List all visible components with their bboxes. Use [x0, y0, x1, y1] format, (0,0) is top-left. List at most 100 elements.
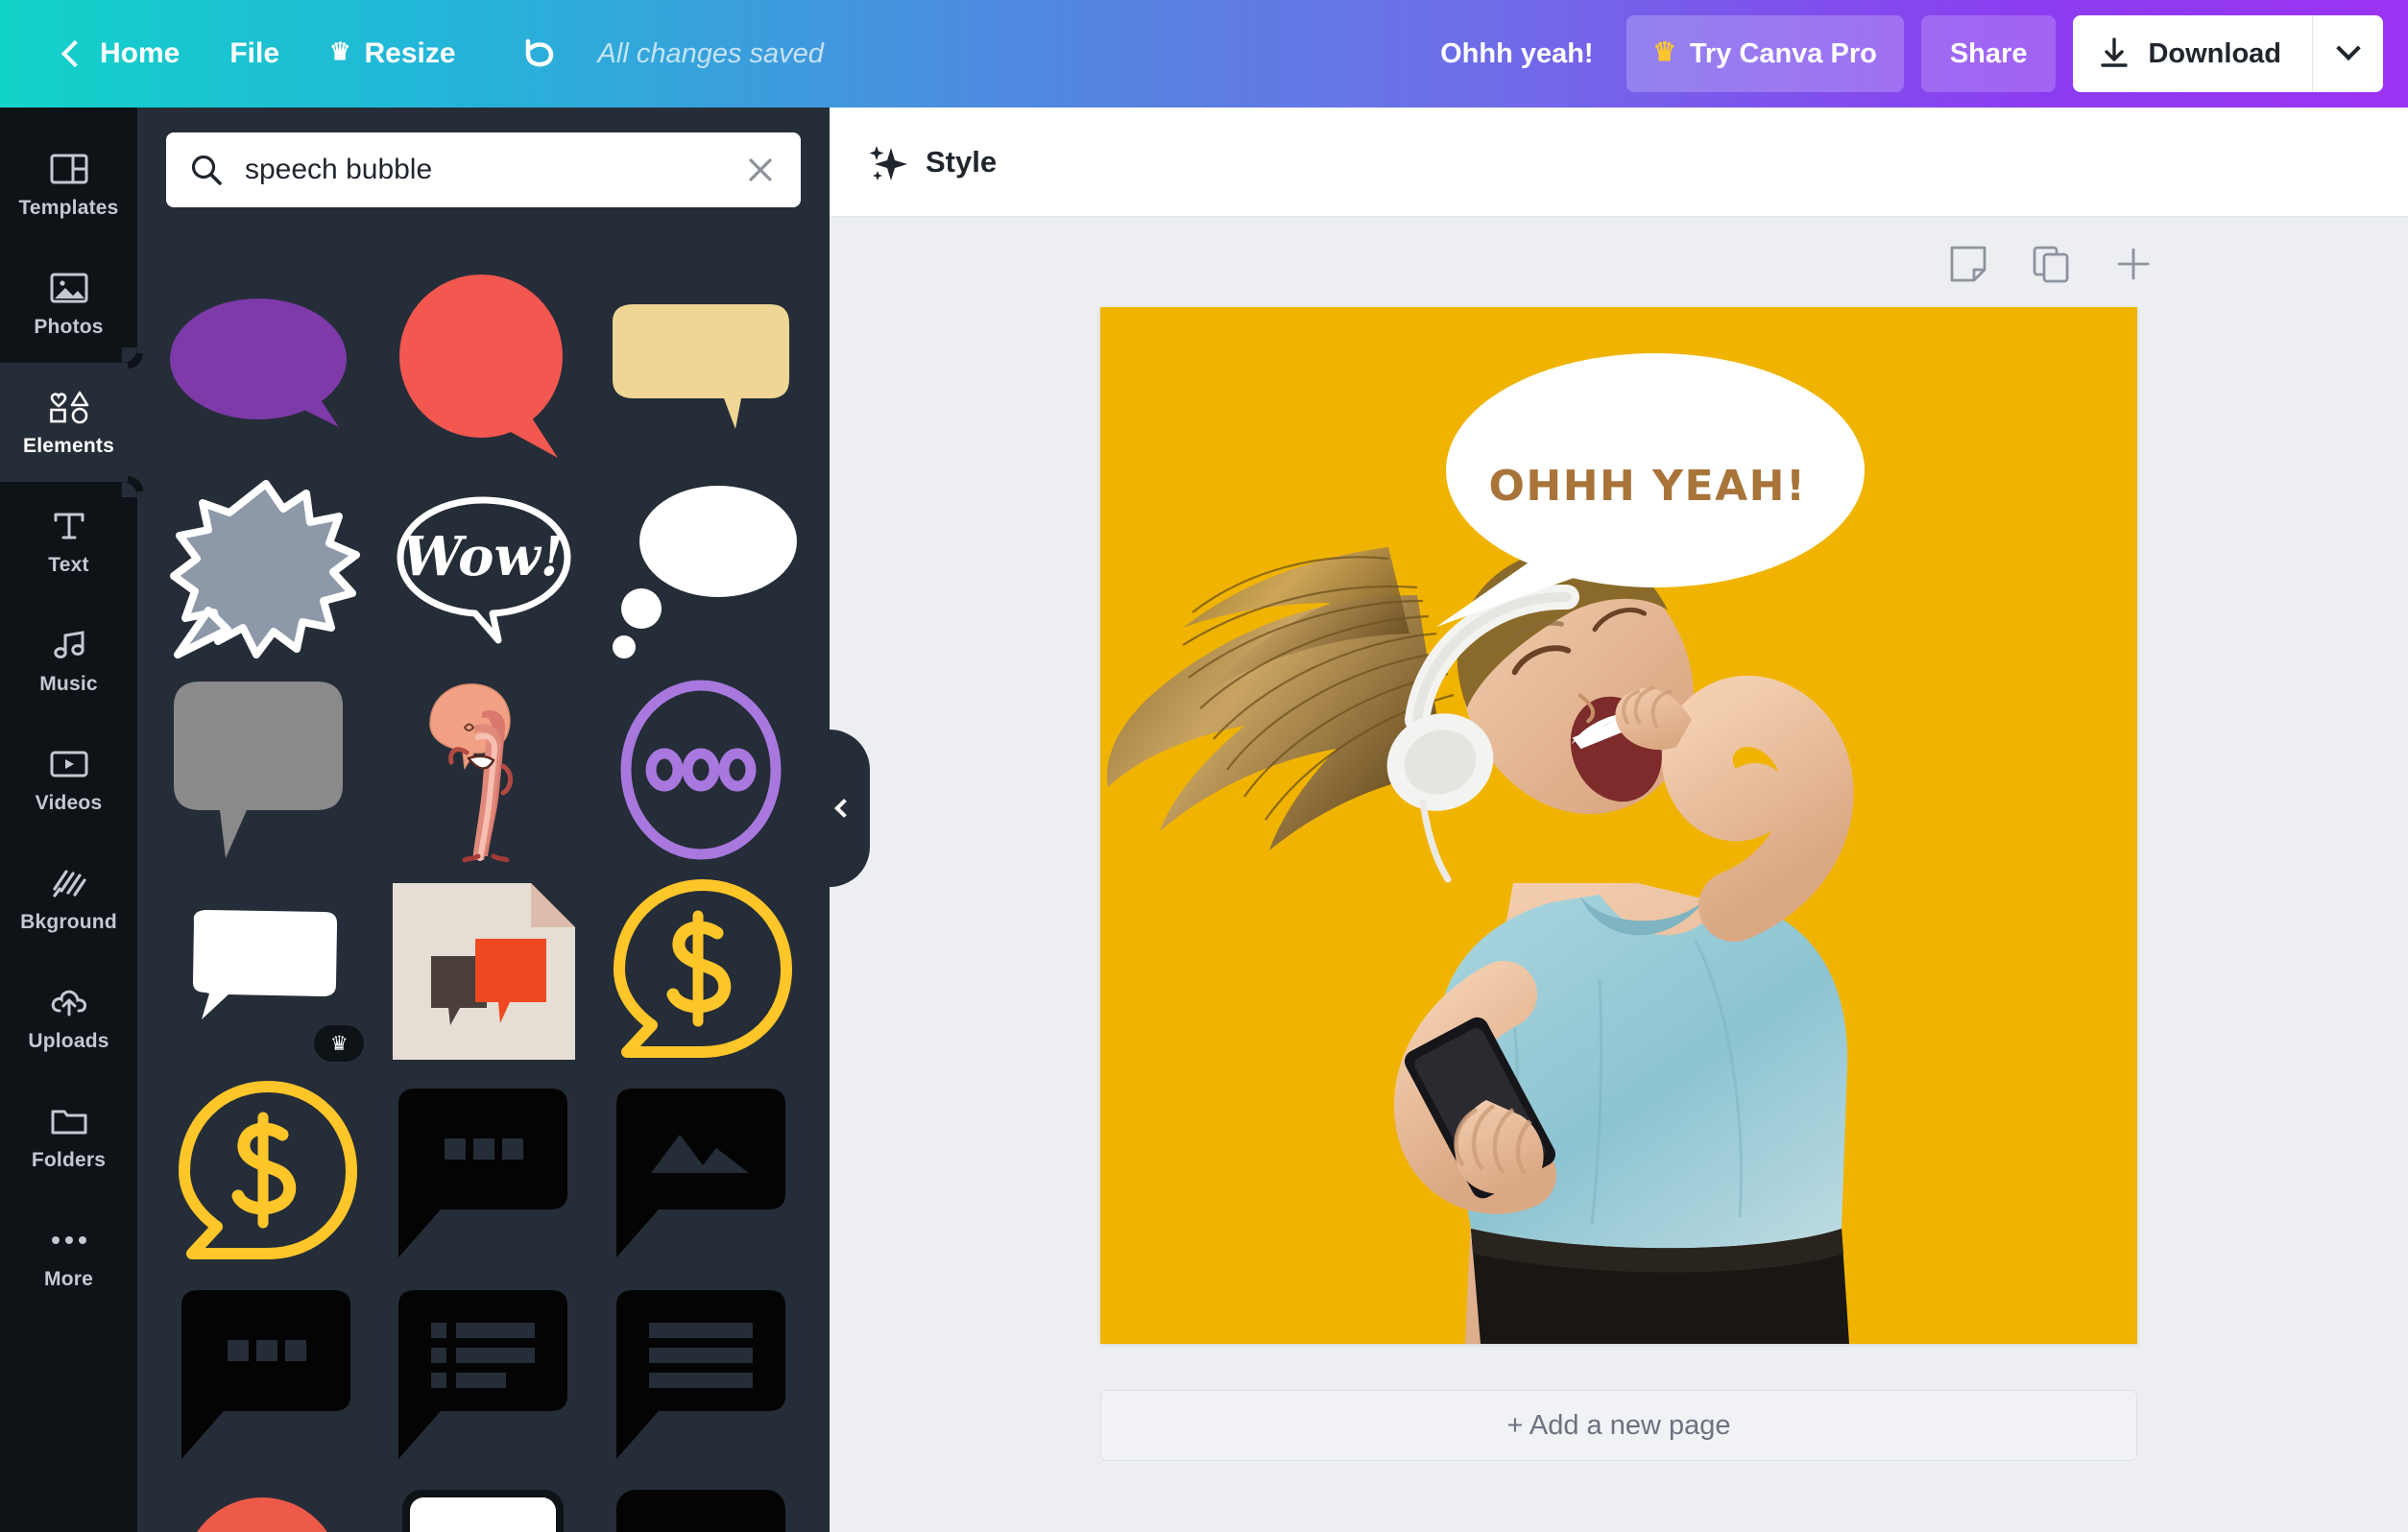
black-lines-bubble-icon [615, 1290, 785, 1459]
results-inner: Wow! ♛ [166, 275, 801, 1532]
element-tile-black-partial-bubble[interactable] [601, 1484, 801, 1532]
gray-rounded-bubble-icon [174, 682, 344, 858]
element-tile-black-dots-bubble-2[interactable] [166, 1282, 366, 1467]
background-icon [48, 864, 90, 902]
sidebar-item-uploads[interactable]: Uploads [0, 958, 137, 1077]
templates-icon [48, 150, 90, 188]
pro-crown-badge: ♛ [314, 1025, 365, 1062]
download-button[interactable]: Download [2073, 15, 2312, 92]
sidebar-label: Music [39, 672, 98, 695]
sparkle-icon [868, 142, 908, 182]
sidebar-item-music[interactable]: Music [0, 601, 137, 720]
sidebar-label: Folders [31, 1148, 107, 1171]
yellow-dollar-bubble-icon [179, 1081, 358, 1259]
file-label: File [229, 37, 280, 69]
design-page[interactable]: OHHH YEAH! [1100, 307, 2137, 1344]
bacon-character-bubble-icon [429, 683, 514, 863]
element-tile-black-lines-bubble[interactable] [601, 1282, 801, 1467]
red-partial-bubble-icon [197, 1497, 328, 1532]
purple-ellipse-bubble-icon [170, 299, 348, 427]
element-tile-wow-bubble[interactable]: Wow! [383, 476, 583, 660]
home-label: Home [100, 37, 181, 69]
chevron-left-icon [60, 39, 89, 68]
element-tile-red-round-bubble[interactable] [383, 275, 583, 459]
search-icon [189, 153, 224, 187]
add-new-page-button[interactable]: + Add a new page [1100, 1390, 2137, 1461]
wow-outline-bubble-icon: Wow! [397, 496, 571, 644]
style-label: Style [926, 144, 998, 179]
element-tile-purple-dots-bubble[interactable] [601, 678, 801, 862]
element-tile-gray-rounded-bubble[interactable] [166, 678, 366, 862]
element-tile-yellow-dollar-bubble[interactable] [601, 879, 801, 1064]
download-group: Download [2073, 15, 2383, 92]
black-list-bubble-icon [398, 1290, 568, 1459]
sidebar-item-background[interactable]: Bkground [0, 839, 137, 958]
sidebar-item-videos[interactable]: Videos [0, 720, 137, 839]
canvas-speech-bubble[interactable]: OHHH YEAH! [1427, 350, 1868, 629]
videos-icon [48, 745, 90, 783]
sidebar-item-photos[interactable]: Photos [0, 244, 137, 363]
home-button[interactable]: Home [40, 20, 205, 87]
sidebar-label: Templates [18, 196, 119, 219]
sidebar-item-folders[interactable]: Folders [0, 1077, 137, 1196]
elements-icon [48, 388, 90, 426]
duplicate-icon[interactable] [2032, 245, 2070, 283]
chevron-left-icon [834, 799, 854, 818]
elements-panel: Wow! [137, 108, 830, 1532]
element-tile-white-brush-bubble[interactable]: ♛ [166, 879, 366, 1064]
download-icon [2101, 37, 2129, 67]
add-page-icon[interactable] [2114, 245, 2153, 283]
photos-icon [48, 269, 90, 307]
element-tile-black-dots-bubble[interactable] [383, 1081, 583, 1265]
element-tile-gray-starburst-bubble[interactable] [166, 476, 366, 660]
text-icon [48, 507, 90, 545]
crown-icon: ♛ [329, 37, 351, 65]
element-tile-white-partial-bubble[interactable] [383, 1484, 583, 1532]
element-tile-chat-document[interactable] [383, 879, 583, 1064]
sidebar-item-elements[interactable]: Elements [0, 347, 137, 497]
black-dots-bubble-icon [398, 1089, 568, 1257]
close-icon[interactable] [743, 151, 778, 189]
add-page-label: + Add a new page [1506, 1409, 1731, 1441]
black-dots-bubble-icon [181, 1290, 351, 1459]
chat-document-illustration-icon [393, 883, 576, 1060]
chevron-down-icon [2335, 36, 2361, 61]
music-icon [48, 626, 90, 664]
design-title[interactable]: Ohhh yeah! [1408, 38, 1626, 70]
undo-icon [525, 38, 553, 67]
wow-text: Wow! [402, 525, 564, 588]
element-tile-black-list-bubble[interactable] [383, 1282, 583, 1467]
search-box[interactable] [166, 132, 801, 207]
red-round-bubble-icon [398, 275, 563, 458]
element-tile-black-image-bubble[interactable] [601, 1081, 801, 1265]
sidebar-label: More [44, 1267, 93, 1290]
save-status: All changes saved [597, 37, 824, 69]
sidebar-item-templates[interactable]: Templates [0, 125, 137, 244]
folders-icon [48, 1102, 90, 1140]
try-pro-label: Try Canva Pro [1689, 37, 1877, 69]
crown-icon: ♛ [1652, 36, 1676, 66]
notes-icon[interactable] [1949, 245, 1987, 283]
search-input[interactable] [245, 154, 722, 186]
element-tile-white-thought-bubble[interactable] [601, 476, 801, 660]
undo-button[interactable] [506, 22, 569, 85]
share-label: Share [1949, 37, 2028, 69]
element-tile-bacon-character[interactable] [383, 678, 583, 863]
white-thought-bubble-icon [612, 486, 797, 658]
sidebar-label: Photos [34, 315, 104, 338]
share-button[interactable]: Share [1920, 15, 2057, 92]
left-rail: Templates Photos Elements Text Music Vid… [0, 108, 137, 1532]
black-partial-bubble-icon [615, 1490, 785, 1532]
element-tile-red-partial-bubble[interactable] [166, 1484, 366, 1532]
element-tile-tan-rect-bubble[interactable] [601, 275, 801, 459]
resize-button[interactable]: ♛ Resize [304, 20, 480, 87]
sidebar-item-text[interactable]: Text [0, 482, 137, 601]
elements-results-grid[interactable]: Wow! ♛ [137, 211, 830, 1532]
download-options-button[interactable] [2312, 15, 2383, 92]
panel-collapse-handle[interactable] [830, 730, 870, 887]
sidebar-item-more[interactable]: More [0, 1196, 137, 1315]
file-menu-button[interactable]: File [205, 20, 304, 87]
element-tile-purple-ellipse-bubble[interactable] [166, 275, 366, 459]
element-tile-yellow-dollar-bubble-2[interactable] [166, 1081, 366, 1265]
try-canva-pro-button[interactable]: ♛ Try Canva Pro [1625, 15, 1904, 92]
